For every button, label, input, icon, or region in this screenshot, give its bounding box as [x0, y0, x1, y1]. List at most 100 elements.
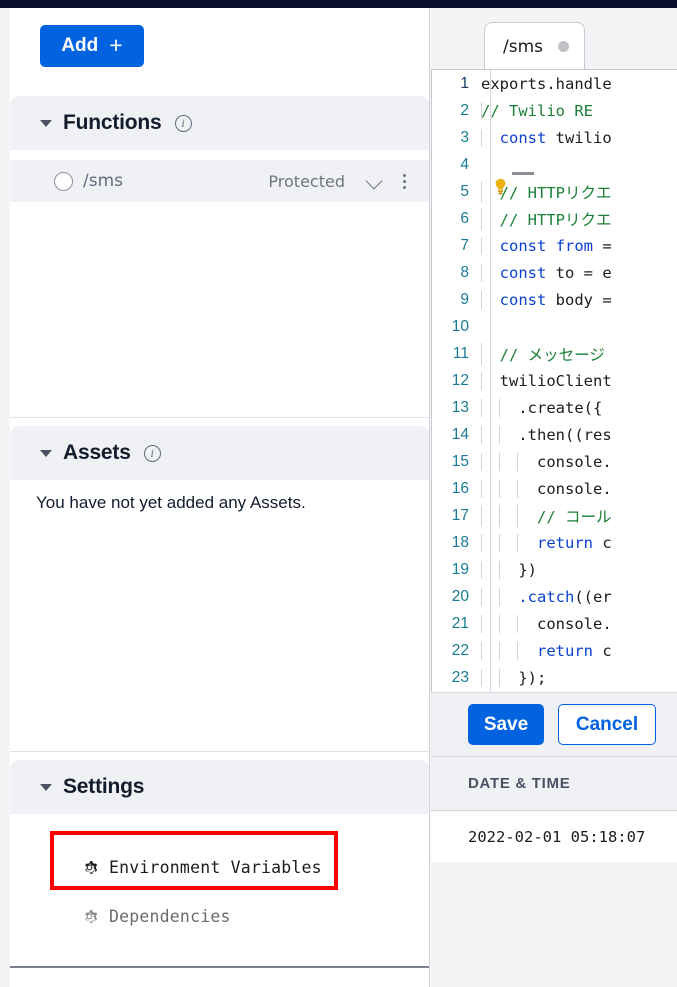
- indent-guide: [517, 452, 518, 471]
- indent-guide: [481, 560, 482, 579]
- editor-panel: /sms 1 exports.handle 2 // Twilio RE 3 const…: [431, 8, 677, 987]
- code-line[interactable]: 12 twilioClient: [432, 367, 677, 394]
- line-number: 17: [451, 506, 469, 524]
- save-button[interactable]: Save: [468, 704, 544, 745]
- code-line[interactable]: 22 return c: [432, 637, 677, 664]
- code-token: console.: [481, 452, 612, 471]
- code-line[interactable]: 4: [432, 151, 677, 178]
- code-token: // Twilio RE: [481, 101, 593, 120]
- line-number: 3: [460, 128, 469, 146]
- code-line[interactable]: 6 // HTTPリクエ: [432, 205, 677, 232]
- line-text: .create({: [481, 398, 677, 417]
- line-text: twilioClient: [481, 371, 677, 390]
- function-list-item-sms[interactable]: /sms Protected: [10, 160, 429, 202]
- caret-down-icon[interactable]: [40, 783, 52, 791]
- code-line[interactable]: 17 // コール: [432, 502, 677, 529]
- code-line[interactable]: 15 console.: [432, 448, 677, 475]
- code-line[interactable]: 21 console.: [432, 610, 677, 637]
- section-title-assets: Assets: [63, 441, 131, 464]
- indent-guide: [481, 425, 482, 444]
- section-title-settings: Settings: [63, 775, 145, 798]
- code-token: const: [499, 263, 547, 282]
- line-text: // メッセージ: [481, 342, 677, 365]
- indent-guide: [481, 533, 482, 552]
- indent-guide: [499, 479, 500, 498]
- section-body-settings: Environment Variables Dependencies: [10, 814, 429, 968]
- code-token: // メッセージ: [499, 345, 605, 364]
- code-line[interactable]: 23 });: [432, 664, 677, 691]
- section-body-functions: /sms Protected: [10, 150, 429, 418]
- code-line[interactable]: 2 // Twilio RE: [432, 97, 677, 124]
- line-number: 7: [460, 236, 469, 254]
- code-line[interactable]: 16 console.: [432, 475, 677, 502]
- caret-down-icon[interactable]: [40, 449, 52, 457]
- line-number: 14: [451, 425, 469, 443]
- info-icon[interactable]: i: [143, 444, 161, 462]
- cancel-button[interactable]: Cancel: [558, 704, 656, 745]
- indent-guide: [481, 342, 482, 365]
- logs-table-header: DATE & TIME: [431, 757, 677, 811]
- code-line[interactable]: 20 .catch((er: [432, 583, 677, 610]
- logs-table-row[interactable]: 2022-02-01 05:18:07: [431, 812, 677, 862]
- line-text: // HTTPリクエ: [481, 207, 677, 230]
- section-header-functions[interactable]: Functions i: [10, 96, 429, 150]
- line-number: 15: [451, 452, 469, 470]
- add-button[interactable]: Add +: [40, 25, 144, 67]
- code-token: console.: [481, 479, 612, 498]
- line-text: .then((res: [481, 425, 677, 444]
- code-line[interactable]: 11 // メッセージ: [432, 340, 677, 367]
- settings-item-dependencies[interactable]: Dependencies: [80, 907, 231, 926]
- indent-guide: [517, 614, 518, 633]
- line-text: .catch((er: [481, 587, 677, 606]
- chevron-down-icon[interactable]: [367, 173, 383, 189]
- code-line[interactable]: 5 // HTTPリクエ: [432, 178, 677, 205]
- caret-down-icon[interactable]: [40, 119, 52, 127]
- code-token: // HTTPリクエ: [499, 183, 612, 202]
- line-text: console.: [481, 614, 677, 633]
- indent-guide: [481, 398, 482, 417]
- indent-guide: [499, 560, 500, 579]
- indent-guide: [481, 479, 482, 498]
- code-token: .catch: [518, 587, 575, 606]
- code-line[interactable]: 14 .then((res: [432, 421, 677, 448]
- code-line[interactable]: 18 return c: [432, 529, 677, 556]
- section-header-assets[interactable]: Assets i: [10, 426, 429, 480]
- code-line[interactable]: 7 const from =: [432, 232, 677, 259]
- code-line[interactable]: 13 .create({: [432, 394, 677, 421]
- line-number: 19: [451, 560, 469, 578]
- more-options-icon[interactable]: [403, 173, 406, 189]
- code-line[interactable]: 9 const body =: [432, 286, 677, 313]
- code-token: exports.handle: [481, 74, 612, 93]
- indent-guide: [481, 290, 482, 309]
- editor-tab-sms[interactable]: /sms: [484, 22, 585, 70]
- lightbulb-hint-icon[interactable]: [493, 178, 508, 196]
- radio-unselected-icon[interactable]: [54, 171, 73, 191]
- indent-guide: [481, 614, 482, 633]
- indent-guide: [481, 641, 482, 660]
- section-header-settings[interactable]: Settings: [10, 760, 429, 814]
- plus-icon: +: [109, 31, 123, 58]
- code-line[interactable]: 8 const to = e: [432, 259, 677, 286]
- code-token: });: [481, 668, 547, 687]
- info-icon[interactable]: i: [174, 114, 192, 132]
- line-number: 5: [460, 182, 469, 200]
- line-number: 11: [452, 344, 469, 362]
- code-token: // HTTPリクエ: [499, 210, 612, 229]
- code-line[interactable]: 19 }): [432, 556, 677, 583]
- code-lines: 1 exports.handle 2 // Twilio RE 3 const twil…: [432, 70, 677, 691]
- code-line[interactable]: 3 const twilio: [432, 124, 677, 151]
- code-line[interactable]: 10: [432, 313, 677, 340]
- line-text: return c: [481, 641, 677, 660]
- code-line[interactable]: 1 exports.handle: [432, 70, 677, 97]
- assets-empty-message: You have not yet added any Assets.: [36, 493, 306, 512]
- line-text: console.: [481, 452, 677, 471]
- code-token: to = e: [546, 263, 612, 282]
- function-visibility-label: Protected: [268, 171, 345, 191]
- unsaved-dot-icon[interactable]: [558, 41, 570, 52]
- code-editor[interactable]: 1 exports.handle 2 // Twilio RE 3 const twil…: [431, 69, 677, 692]
- settings-item-environment-variables[interactable]: Environment Variables: [80, 858, 322, 877]
- line-text: return c: [481, 533, 677, 552]
